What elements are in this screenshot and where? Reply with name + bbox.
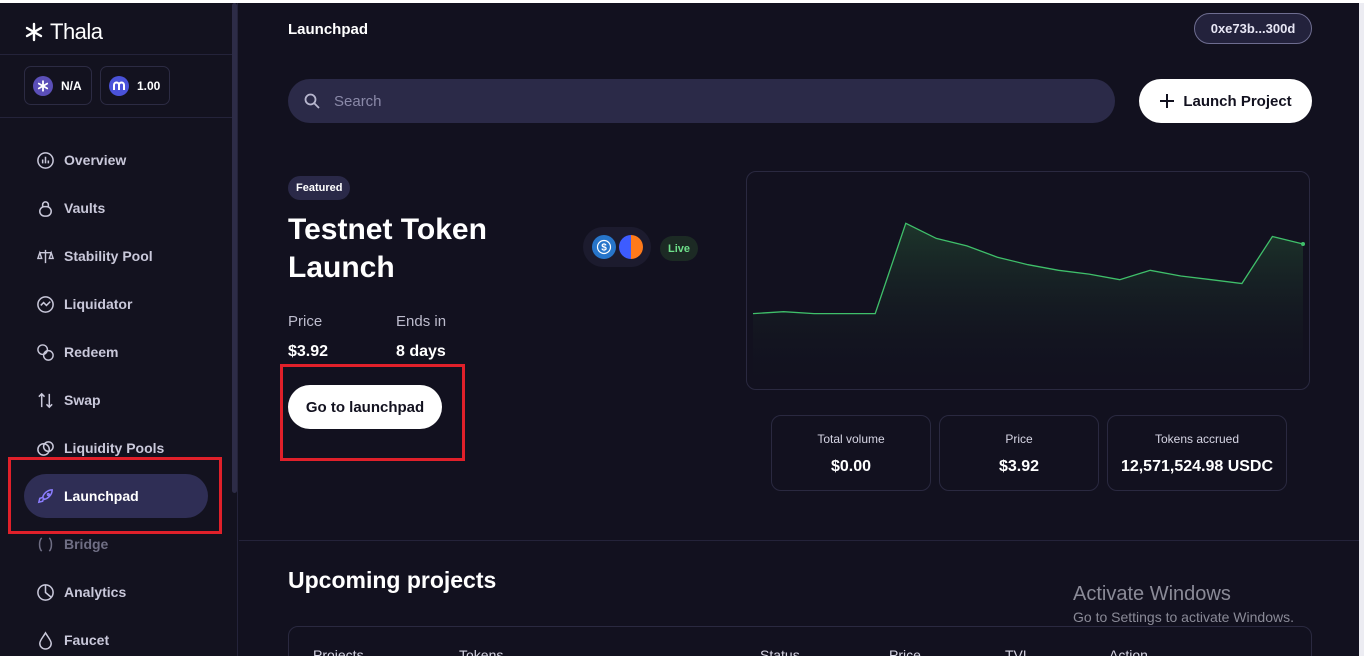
page-title: Launchpad [288, 21, 369, 38]
balance-pill-mod[interactable]: 1.00 [100, 66, 170, 105]
stat-value: $0.00 [830, 458, 872, 475]
price-chart [746, 171, 1310, 390]
price-value: $3.92 [288, 343, 329, 360]
stat-value: 12,571,524.98 USDC [1120, 458, 1274, 475]
scale-icon [36, 249, 55, 263]
pools-icon [37, 440, 54, 456]
liquidator-icon [37, 295, 54, 313]
brand-logo[interactable]: Thala [24, 19, 103, 45]
nav-label: Bridge [64, 536, 109, 552]
live-status-badge: Live [660, 236, 698, 261]
app-window: Thala N/A 1.00 Overview Vaults Stability [0, 3, 1364, 656]
stat-label: Price [1005, 432, 1033, 446]
thala-logo-icon [25, 22, 43, 42]
balance-pill-thala[interactable]: N/A [24, 66, 92, 105]
analytics-icon [37, 583, 54, 601]
nav-item-vaults[interactable]: Vaults [24, 186, 208, 230]
sidebar-scrollbar[interactable] [232, 3, 237, 493]
balance-value: 1.00 [137, 78, 161, 93]
divider [0, 54, 232, 55]
windows-watermark-title: Activate Windows [1073, 583, 1231, 605]
redeem-icon [37, 343, 54, 361]
nav-label: Vaults [64, 200, 106, 216]
sidebar: Thala N/A 1.00 Overview Vaults Stability [0, 3, 238, 656]
nav-label: Analytics [64, 584, 127, 600]
price-area [753, 223, 1303, 389]
nav-item-overview[interactable]: Overview [24, 138, 208, 182]
search-bar [288, 79, 1115, 123]
brand-name: Thala [50, 19, 103, 44]
upcoming-projects-table: Projects Tokens Status Price TVL Action [288, 626, 1312, 656]
launch-project-button[interactable]: Launch Project [1139, 79, 1312, 123]
faucet-icon [39, 630, 52, 650]
last-price-point [1301, 242, 1305, 247]
page-scrollbar[interactable] [1359, 3, 1364, 656]
column-header-tokens[interactable]: Tokens [459, 647, 503, 656]
stat-card-tokens-accrued: Tokens accrued 12,571,524.98 USDC [1107, 415, 1287, 491]
column-header-action[interactable]: Action [1109, 647, 1148, 656]
bridge-icon [38, 536, 53, 552]
featured-badge: Featured [288, 176, 351, 200]
thala-token-icon [33, 75, 53, 96]
nav-label: Faucet [64, 632, 110, 648]
search-icon [304, 93, 320, 109]
nav-label: Liquidity Pools [64, 440, 165, 456]
stat-value: $3.92 [998, 458, 1040, 475]
plus-icon [1160, 94, 1175, 108]
ends-in-label: Ends in [396, 313, 447, 330]
section-divider [239, 540, 1364, 541]
mod-token-icon [109, 75, 129, 96]
upcoming-projects-heading: Upcoming projects [288, 567, 497, 593]
price-chart-svg [752, 222, 1305, 389]
windows-watermark-subtitle: Go to Settings to activate Windows. [1073, 609, 1294, 625]
highlight-box-launchpad [8, 457, 222, 534]
nav-label: Redeem [64, 344, 119, 360]
column-header-price[interactable]: Price [889, 647, 921, 656]
price-label: Price [288, 313, 323, 330]
nav-item-stability-pool[interactable]: Stability Pool [24, 234, 208, 278]
nav-item-liquidator[interactable]: Liquidator [24, 282, 208, 326]
nav-item-redeem[interactable]: Redeem [24, 330, 208, 374]
nav-label: Liquidator [64, 296, 133, 312]
stat-card-total-volume: Total volume $0.00 [771, 415, 931, 491]
overview-icon [37, 151, 54, 169]
nav-label: Overview [64, 152, 127, 168]
highlight-box-cta [280, 364, 465, 461]
svg-text:$: $ [601, 243, 607, 254]
main-content: Launchpad 0xe73b...300d Launch Project F… [239, 3, 1364, 656]
stat-label: Tokens accrued [1154, 432, 1240, 446]
stat-label: Total volume [817, 432, 885, 446]
wallet-address-button[interactable]: 0xe73b...300d [1194, 13, 1312, 44]
column-header-status[interactable]: Status [760, 647, 800, 656]
divider [0, 117, 232, 118]
project-token-icon [618, 235, 643, 259]
ends-in-value: 8 days [396, 343, 446, 360]
nav-item-faucet[interactable]: Faucet [24, 618, 208, 656]
column-header-tvl[interactable]: TVL [1005, 647, 1031, 656]
nav-label: Stability Pool [64, 248, 153, 264]
project-title: Testnet Token Launch [288, 213, 487, 284]
balance-value: N/A [61, 78, 82, 93]
usdc-token-icon: $ [591, 235, 616, 259]
vault-icon [39, 200, 52, 217]
nav-label: Swap [64, 392, 101, 408]
column-header-projects[interactable]: Projects [313, 647, 364, 656]
project-token-icons: $ [583, 227, 651, 267]
swap-icon [38, 392, 53, 408]
nav-item-analytics[interactable]: Analytics [24, 570, 208, 614]
launch-project-label: Launch Project [1183, 92, 1292, 110]
nav-item-swap[interactable]: Swap [24, 378, 208, 422]
search-input[interactable] [334, 92, 1034, 110]
stat-card-price: Price $3.92 [939, 415, 1099, 491]
